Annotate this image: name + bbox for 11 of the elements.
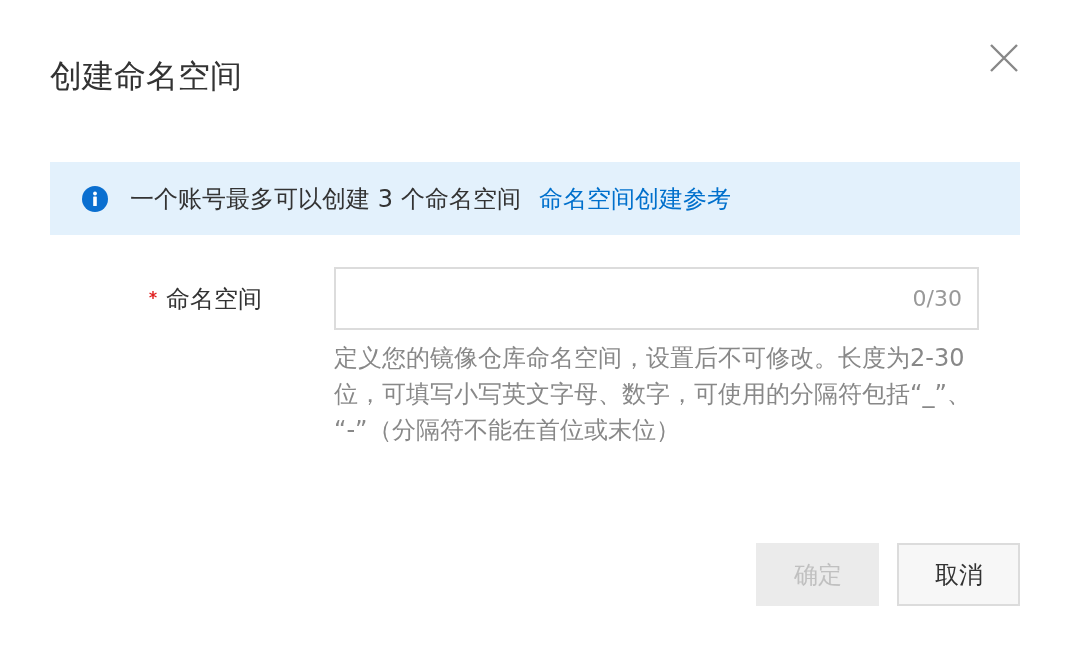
help-text: 定义您的镜像仓库命名空间，设置后不可修改。长度为2-30位，可填写小写英文字母、数字，可使用的分隔符包括“_”、“-”（分隔符不能在首位或末位） <box>334 343 972 446</box>
reference-link[interactable]: 命名空间创建参考 <box>538 182 731 215</box>
notice-text: 一个账号最多可以创建 3 个命名空间 <box>130 183 521 215</box>
cancel-button[interactable]: 取消 <box>897 543 1020 606</box>
dialog-title: 创建命名空间 <box>50 56 242 97</box>
character-counter: 0/30 <box>912 286 962 311</box>
close-button[interactable] <box>990 44 1018 72</box>
field-label: 命名空间 <box>166 283 262 315</box>
close-icon <box>990 44 1018 72</box>
input-field[interactable]: 0/30 <box>334 267 979 330</box>
info-icon <box>82 185 108 212</box>
